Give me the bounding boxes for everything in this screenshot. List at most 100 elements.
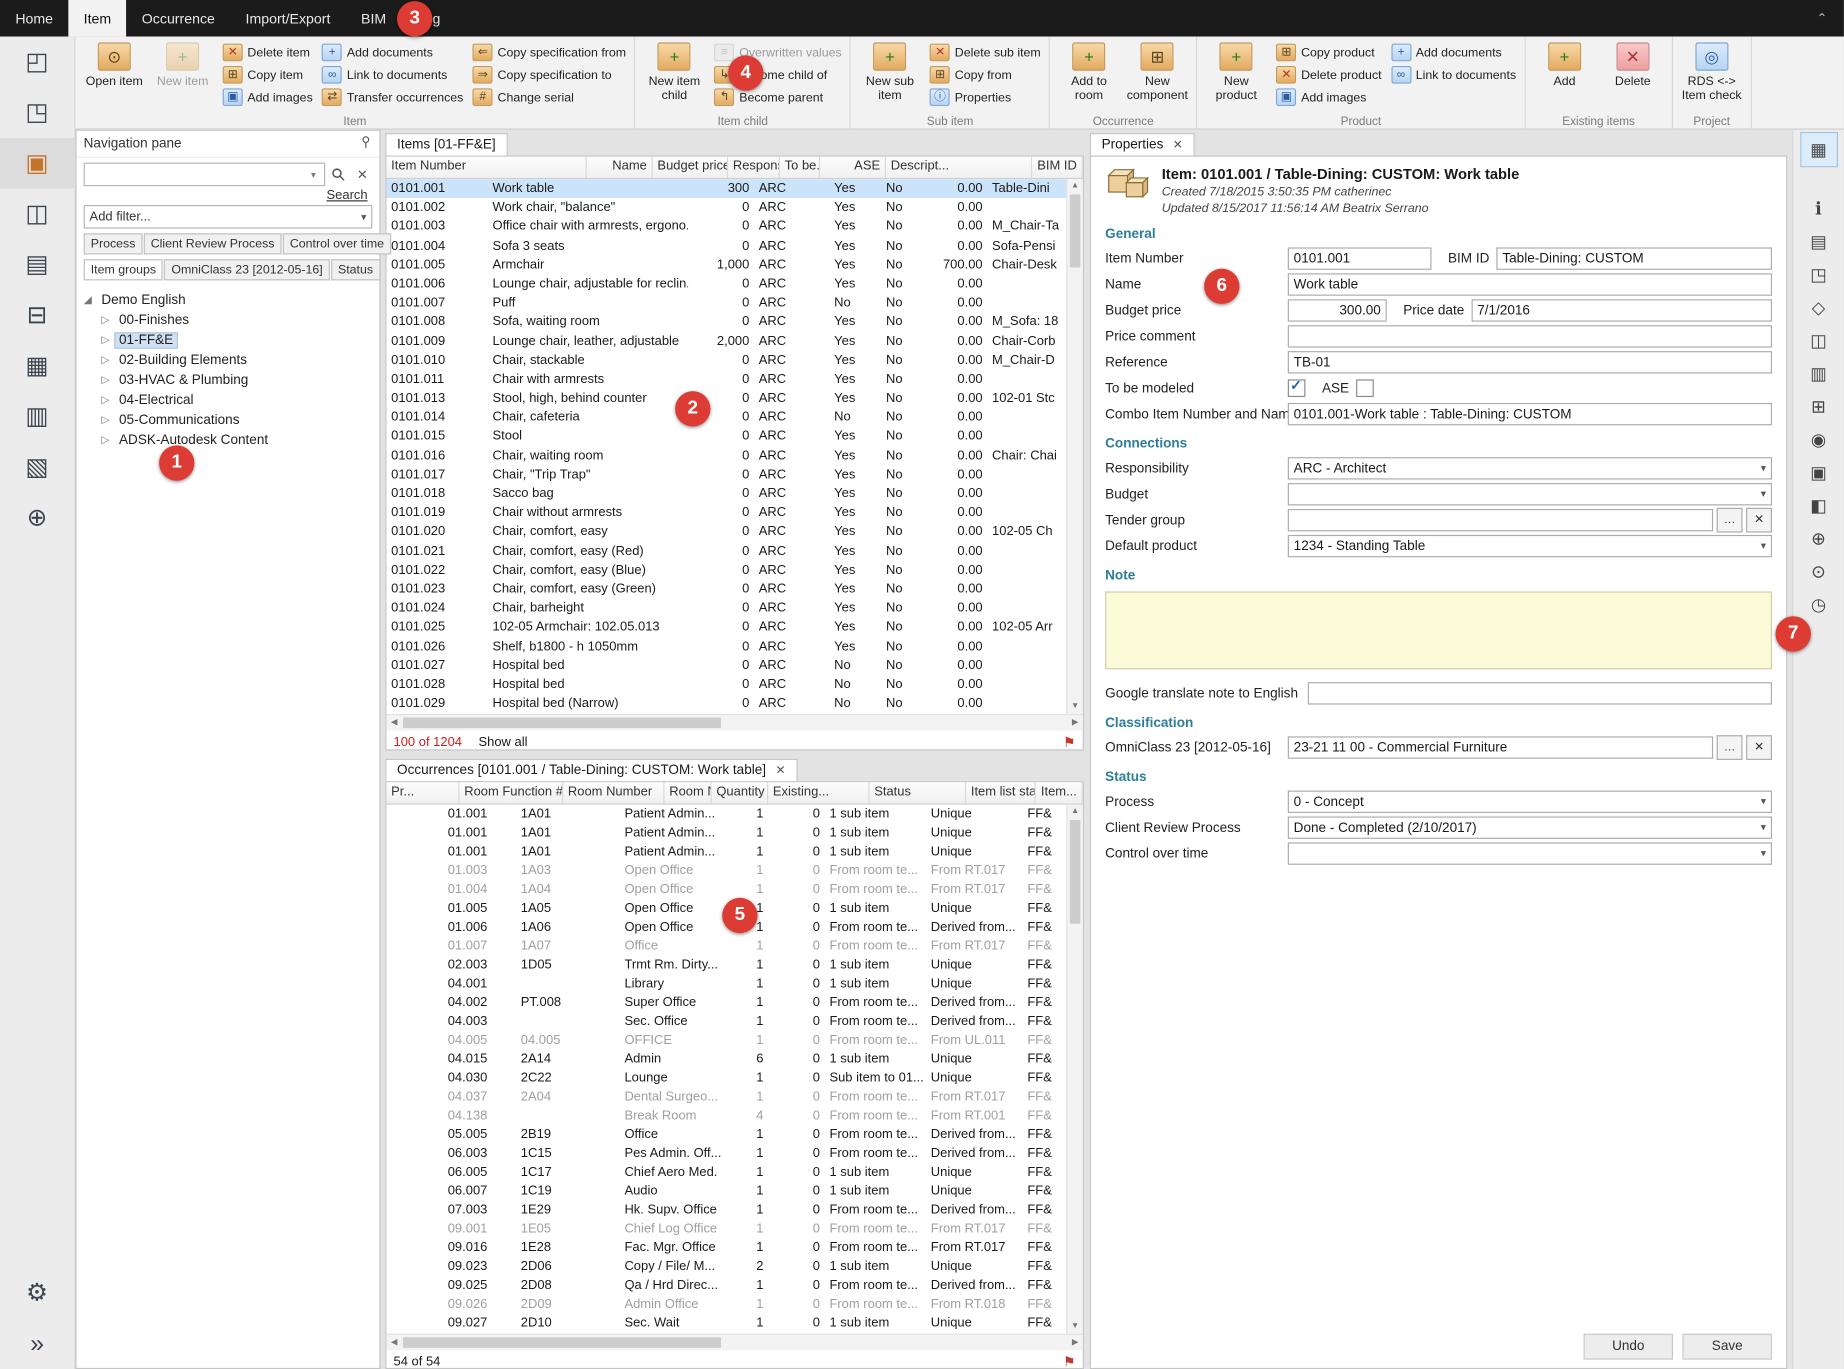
network-module-icon[interactable]: ⊕ (0, 492, 75, 543)
camera-panel-icon[interactable]: ◉ (1801, 423, 1836, 456)
menu-tab-import-export[interactable]: Import/Export (230, 0, 346, 37)
undo-button[interactable]: Undo (1584, 1334, 1674, 1360)
nav-tab-status[interactable]: Status (331, 259, 380, 280)
table-row[interactable]: 04.003 Sec. Office 1 0 From room te... D… (386, 1012, 1067, 1031)
copy-specification-from-button[interactable]: ⇐Copy specification from (470, 42, 628, 62)
expander-icon[interactable]: ▷ (99, 313, 112, 326)
table-row[interactable]: 0101.009 Lounge chair, leather, adjustab… (386, 332, 1067, 351)
add-images-button[interactable]: ▣Add images (220, 87, 315, 107)
sub-item-properties-button[interactable]: ⓘProperties (928, 87, 1043, 107)
show-all-link[interactable]: Show all (478, 735, 527, 749)
copy-product-button[interactable]: ⊞Copy product (1274, 42, 1384, 62)
attributes-panel-icon[interactable]: ▤ (1801, 225, 1836, 258)
browse-ellipsis-button[interactable]: … (1717, 508, 1743, 533)
table-row[interactable]: 0101.001 Work table 300 ARC Yes No 0.00 … (386, 179, 1067, 198)
table-row[interactable]: 04.037 2A04 Dental Surgeo... 1 0 From ro… (386, 1087, 1067, 1106)
link-to-documents-button[interactable]: ∞Link to documents (320, 65, 466, 85)
table-row[interactable]: 09.016 1E28 Fac. Mgr. Office 1 0 From ro… (386, 1238, 1067, 1257)
pin-icon[interactable] (359, 135, 372, 151)
table-row[interactable]: 04.030 2C22 Lounge 1 0 Sub item to 01...… (386, 1069, 1067, 1088)
table-row[interactable]: 09.027 2D10 Sec. Wait 1 0 1 sub item Uni… (386, 1314, 1067, 1333)
table-row[interactable]: 06.005 1C17 Chief Aero Med. 1 0 1 sub it… (386, 1163, 1067, 1182)
expander-icon[interactable]: ▷ (99, 353, 112, 366)
table-row[interactable]: 05.005 2B19 Office 1 0 From room te... D… (386, 1125, 1067, 1144)
table-row[interactable]: 07.003 1E29 Hk. Supv. Office 1 0 From ro… (386, 1201, 1067, 1220)
table-row[interactable]: 04.001 Library 1 0 1 sub item Unique FF& (386, 974, 1067, 993)
table-row[interactable]: 0101.019 Chair without armrests 0 ARC Ye… (386, 503, 1067, 522)
bim-id-field[interactable] (1496, 247, 1772, 269)
table-row[interactable]: 04.015 2A14 Admin 6 0 1 sub item Unique … (386, 1050, 1067, 1069)
database-module-icon[interactable]: ⊟ (0, 290, 75, 341)
budget-select[interactable] (1288, 483, 1772, 505)
table-row[interactable]: 06.007 1C19 Audio 1 0 1 sub item Unique … (386, 1182, 1067, 1201)
overwritten-values-button[interactable]: ≡Overwritten values (712, 42, 844, 62)
ase-checkbox[interactable] (1356, 379, 1374, 397)
search-options-chevron-icon[interactable]: ▾ (311, 169, 323, 180)
delete-item-button[interactable]: ✕Delete item (220, 42, 315, 62)
column-header[interactable]: Status (870, 782, 967, 803)
table-row[interactable]: 0101.013 Stool, high, behind counter 0 A… (386, 389, 1067, 408)
expander-icon[interactable]: ▷ (99, 373, 112, 386)
table-row[interactable]: 0101.021 Chair, comfort, easy (Red) 0 AR… (386, 541, 1067, 560)
settings-gear-icon[interactable]: ⚙ (0, 1268, 75, 1319)
export-module-icon[interactable]: ◰ (0, 37, 75, 88)
add-to-room-button[interactable]: +Add to room (1056, 38, 1122, 113)
client-review-select[interactable]: Done - Completed (2/10/2017) (1288, 816, 1772, 838)
table-row[interactable]: 01.003 1A03 Open Office 1 0 From room te… (386, 861, 1067, 880)
copy-specification-to-button[interactable]: ⇒Copy specification to (470, 65, 628, 85)
column-header[interactable]: Descript... (886, 157, 1033, 178)
grid-view-icon[interactable]: ▦ (1801, 133, 1836, 166)
table-row[interactable]: 0101.028 Hospital bed 0 ARC No No 0.00 (386, 675, 1067, 694)
column-header[interactable]: Quantity (712, 782, 769, 803)
horizontal-scrollbar[interactable]: ◀▶ (386, 714, 1082, 730)
open-item-button[interactable]: ⊙Open item (81, 38, 147, 113)
sub-items-panel-icon[interactable]: ◳ (1801, 258, 1836, 291)
menu-tab-item[interactable]: Item (68, 0, 126, 37)
table-row[interactable]: 01.001 1A01 Patient Admin... 1 0 1 sub i… (386, 805, 1067, 824)
clear-value-button[interactable]: ✕ (1746, 735, 1772, 760)
table-row[interactable]: 0101.008 Sofa, waiting room 0 ARC Yes No… (386, 313, 1067, 332)
price-comment-field[interactable] (1288, 325, 1772, 347)
table-row[interactable]: 0101.016 Chair, waiting room 0 ARC Yes N… (386, 446, 1067, 465)
documents-module-icon[interactable]: ▤ (0, 239, 75, 290)
column-header[interactable]: Name (587, 157, 653, 178)
process-select[interactable]: 0 - Concept (1288, 791, 1772, 813)
table-row[interactable]: 0101.018 Sacco bag 0 ARC Yes No 0.00 (386, 484, 1067, 503)
table-row[interactable]: 0101.015 Stool 0 ARC Yes No 0.00 (386, 427, 1067, 446)
column-header[interactable]: BIM ID (1033, 157, 1083, 178)
delete-sub-item-button[interactable]: ✕Delete sub item (928, 42, 1043, 62)
building-module-icon[interactable]: ▦ (0, 340, 75, 391)
expander-icon[interactable]: ▷ (99, 394, 112, 407)
name-field[interactable] (1288, 273, 1772, 295)
nav-tab-omniclass[interactable]: OmniClass 23 [2012-05-16] (164, 259, 329, 280)
budget-price-field[interactable] (1288, 299, 1387, 321)
clear-search-icon[interactable]: ✕ (352, 164, 372, 184)
search-input[interactable] (84, 163, 326, 187)
become-parent-button[interactable]: ↰Become parent (712, 87, 844, 107)
items-tab[interactable]: Items [01-FF&E] (385, 133, 507, 155)
column-header[interactable]: Room Name (665, 782, 712, 803)
search-link[interactable]: Search (77, 189, 368, 203)
table-row[interactable]: 0101.011 Chair with armrests 0 ARC Yes N… (386, 370, 1067, 389)
documents-panel-icon[interactable]: ▥ (1801, 357, 1836, 390)
product-add-images-button[interactable]: ▣Add images (1274, 87, 1384, 107)
add-documents-button[interactable]: +Add documents (320, 42, 466, 62)
responsibility-select[interactable]: ARC - Architect (1288, 457, 1772, 479)
table-row[interactable]: 0101.002 Work chair, "balance" 0 ARC Yes… (386, 198, 1067, 217)
expander-icon[interactable]: ▷ (99, 434, 112, 447)
nav-tab-process[interactable]: Process (84, 233, 143, 254)
boxes-module-icon[interactable]: ◳ (0, 87, 75, 138)
tree-item[interactable]: ▷ 00-Finishes (77, 310, 380, 330)
expand-sidebar-icon[interactable]: » (0, 1318, 75, 1369)
product-link-to-documents-button[interactable]: ∞Link to documents (1389, 65, 1519, 85)
table-row[interactable]: 0101.020 Chair, comfort, easy 0 ARC Yes … (386, 522, 1067, 541)
column-header[interactable]: Pr... (386, 782, 459, 803)
products-module-icon[interactable]: ◫ (0, 189, 75, 240)
column-header[interactable]: To be... (780, 157, 820, 178)
table-row[interactable]: 0101.026 Shelf, b1800 - h 1050mm 0 ARC Y… (386, 637, 1067, 656)
rds-item-check-button[interactable]: ◎RDS <-> Item check (1679, 38, 1745, 113)
menu-tab-home[interactable]: Home (0, 0, 68, 37)
tender-group-field[interactable] (1288, 509, 1713, 531)
menu-tab-bim[interactable]: BIM (346, 0, 402, 37)
column-header[interactable]: Room Function #: (459, 782, 563, 803)
